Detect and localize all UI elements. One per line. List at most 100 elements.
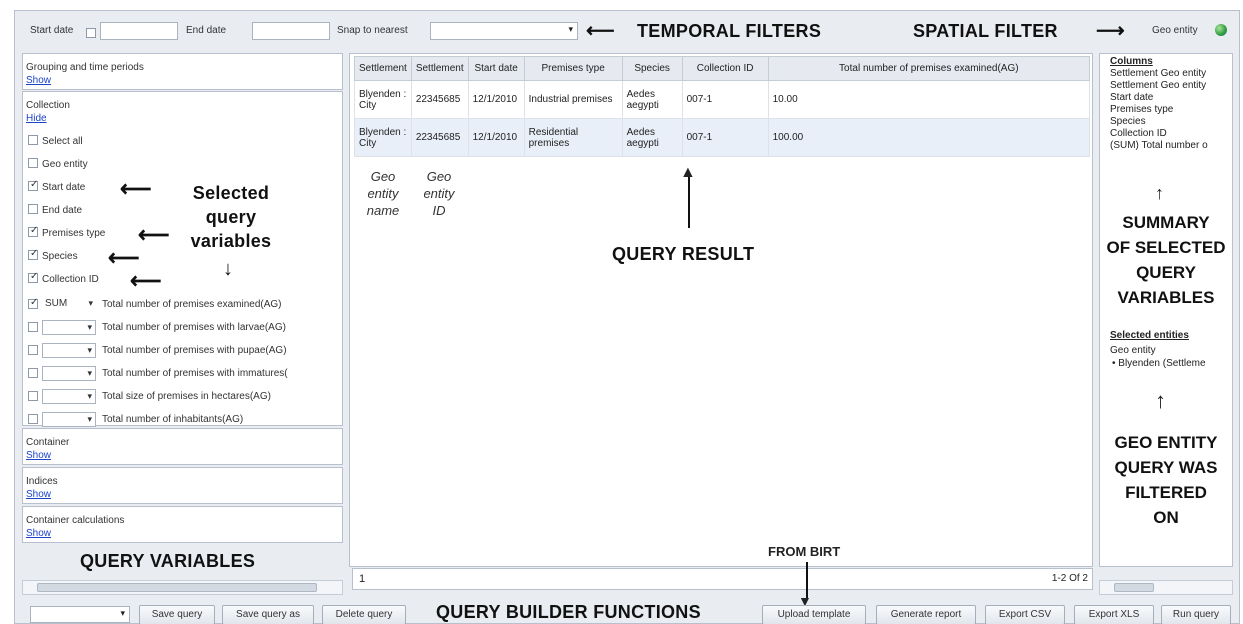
- left-horizontal-scrollbar[interactable]: [22, 580, 343, 595]
- table-row[interactable]: Blyenden : City 22345685 12/1/2010 Resid…: [354, 118, 1091, 157]
- save-query-as-button[interactable]: Save query as: [222, 605, 314, 624]
- checkbox[interactable]: [28, 413, 38, 424]
- collection-item[interactable]: Select all: [28, 135, 83, 147]
- annotation-line: query: [205, 207, 257, 227]
- generate-report-button[interactable]: Generate report: [876, 605, 976, 624]
- run-query-button[interactable]: Run query: [1161, 605, 1231, 624]
- aggregate-item-label: Total number of premises examined(AG): [102, 299, 282, 311]
- table-cell: 22345685: [410, 118, 469, 157]
- checkbox[interactable]: [28, 390, 38, 401]
- column-header[interactable]: Species: [621, 56, 683, 81]
- summary-column-item: Premises type: [1110, 104, 1174, 115]
- geo-entity-label: Geo entity: [1152, 25, 1198, 36]
- start-date-label: Start date: [30, 25, 74, 36]
- aggregate-select[interactable]: ▾: [42, 343, 96, 358]
- selected-entity-item[interactable]: • Blyenden (Settleme: [1112, 358, 1206, 369]
- start-date-input[interactable]: [100, 22, 178, 40]
- indices-section: Indices Show: [22, 467, 343, 504]
- column-header[interactable]: Total number of premises examined(AG): [767, 56, 1091, 81]
- indices-show-link[interactable]: Show: [26, 489, 51, 500]
- snap-select[interactable]: ▾: [430, 22, 578, 40]
- saved-query-select[interactable]: ▾: [30, 606, 130, 623]
- container-show-link[interactable]: Show: [26, 450, 51, 461]
- column-header[interactable]: Premises type: [523, 56, 623, 81]
- collection-item[interactable]: Collection ID: [28, 271, 99, 285]
- aggregate-select[interactable]: ▾: [42, 366, 96, 381]
- table-cell: 007-1: [681, 118, 769, 157]
- checkbox[interactable]: [28, 158, 38, 169]
- aggregate-item[interactable]: ▾ Total size of premises in hectares(AG): [28, 389, 271, 404]
- export-csv-button[interactable]: Export CSV: [985, 605, 1065, 624]
- checkbox[interactable]: [28, 225, 38, 238]
- container-section: Container Show: [22, 428, 343, 465]
- collection-item-label: Select all: [42, 136, 83, 147]
- globe-icon[interactable]: [1215, 24, 1227, 36]
- table-cell: 12/1/2010: [467, 118, 525, 157]
- collection-item[interactable]: Species: [28, 248, 78, 262]
- aggregate-item[interactable]: ▾ Total number of inhabitants(AG): [28, 412, 243, 427]
- checkbox[interactable]: [28, 204, 38, 215]
- column-header[interactable]: Start date: [467, 56, 525, 81]
- arrow-up-icon: [688, 176, 690, 228]
- chevron-down-icon: ▾: [568, 24, 573, 34]
- aggregate-item[interactable]: SUM ▾ Total number of premises examined(AG…: [28, 297, 282, 312]
- grouping-show-link[interactable]: Show: [26, 75, 51, 86]
- start-date-checkbox[interactable]: [86, 28, 96, 39]
- collection-hide-link[interactable]: Hide: [26, 113, 47, 124]
- table-cell: 22345685: [410, 80, 469, 119]
- end-date-label: End date: [186, 25, 227, 36]
- table-row[interactable]: Blyenden : City 22345685 12/1/2010 Indus…: [354, 80, 1091, 119]
- collection-item[interactable]: End date: [28, 204, 82, 216]
- scrollbar-thumb[interactable]: [1114, 583, 1154, 592]
- checkbox[interactable]: [28, 179, 38, 192]
- container-calc-show-link[interactable]: Show: [26, 528, 51, 539]
- checkbox[interactable]: [28, 248, 38, 261]
- upload-template-button[interactable]: Upload template: [762, 605, 866, 624]
- aggregate-select[interactable]: SUM ▾: [42, 297, 96, 312]
- export-xls-button[interactable]: Export XLS: [1074, 605, 1154, 624]
- checkbox[interactable]: [28, 135, 38, 146]
- column-header[interactable]: Settlement: [410, 56, 469, 81]
- table-cell: Industrial premises: [523, 80, 623, 119]
- chevron-down-icon: ▾: [88, 298, 93, 308]
- column-header[interactable]: Settlement: [354, 56, 412, 81]
- collection-item[interactable]: Premises type: [28, 225, 106, 239]
- aggregate-select[interactable]: ▾: [42, 389, 96, 404]
- aggregate-select[interactable]: ▾: [42, 412, 96, 427]
- collection-item[interactable]: Start date: [28, 179, 85, 193]
- checkbox[interactable]: [28, 321, 38, 332]
- annotation-line: GEO ENTITY: [1114, 433, 1218, 452]
- aggregate-item[interactable]: ▾ Total number of premises with larvae(AG…: [28, 320, 286, 335]
- columns-title: Columns: [1110, 56, 1153, 67]
- aggregate-select[interactable]: ▾: [42, 320, 96, 335]
- scrollbar-thumb[interactable]: [37, 583, 317, 592]
- aggregate-item[interactable]: ▾ Total number of premises with pupae(AG): [28, 343, 287, 358]
- table-cell: 100.00: [767, 118, 1091, 157]
- annotation-line: name: [366, 203, 400, 218]
- annotation-line: VARIABLES: [1117, 288, 1215, 307]
- checkbox[interactable]: [28, 367, 38, 378]
- summary-column-item: (SUM) Total number o: [1110, 140, 1208, 151]
- checkbox[interactable]: [28, 297, 38, 309]
- column-header[interactable]: Collection ID: [681, 56, 769, 81]
- chevron-down-icon: ▾: [87, 322, 92, 332]
- annotation-line: SUMMARY: [1122, 213, 1210, 232]
- record-count: 1-2 Of 2: [1051, 573, 1088, 584]
- annotation-line: QUERY: [1136, 263, 1196, 282]
- save-query-button[interactable]: Save query: [139, 605, 215, 624]
- delete-query-button[interactable]: Delete query: [322, 605, 406, 624]
- right-horizontal-scrollbar[interactable]: [1099, 580, 1233, 595]
- end-date-input[interactable]: [252, 22, 330, 40]
- pagination-bar: 1 1-2 Of 2: [352, 568, 1093, 590]
- chevron-down-icon: ▾: [87, 368, 92, 378]
- grouping-section: Grouping and time periods Show: [22, 53, 343, 90]
- collection-item[interactable]: Geo entity: [28, 158, 88, 170]
- collection-item-label: Premises type: [42, 228, 106, 239]
- annotation-geo-filtered: GEO ENTITY QUERY WAS FILTERED ON: [1093, 430, 1239, 530]
- checkbox[interactable]: [28, 271, 38, 284]
- aggregate-item[interactable]: ▾ Total number of premises with immatures…: [28, 366, 288, 381]
- page-number[interactable]: 1: [359, 573, 365, 585]
- checkbox[interactable]: [28, 344, 38, 355]
- annotation-from-birt: FROM BIRT: [768, 544, 841, 559]
- summary-column-item: Collection ID: [1110, 128, 1167, 139]
